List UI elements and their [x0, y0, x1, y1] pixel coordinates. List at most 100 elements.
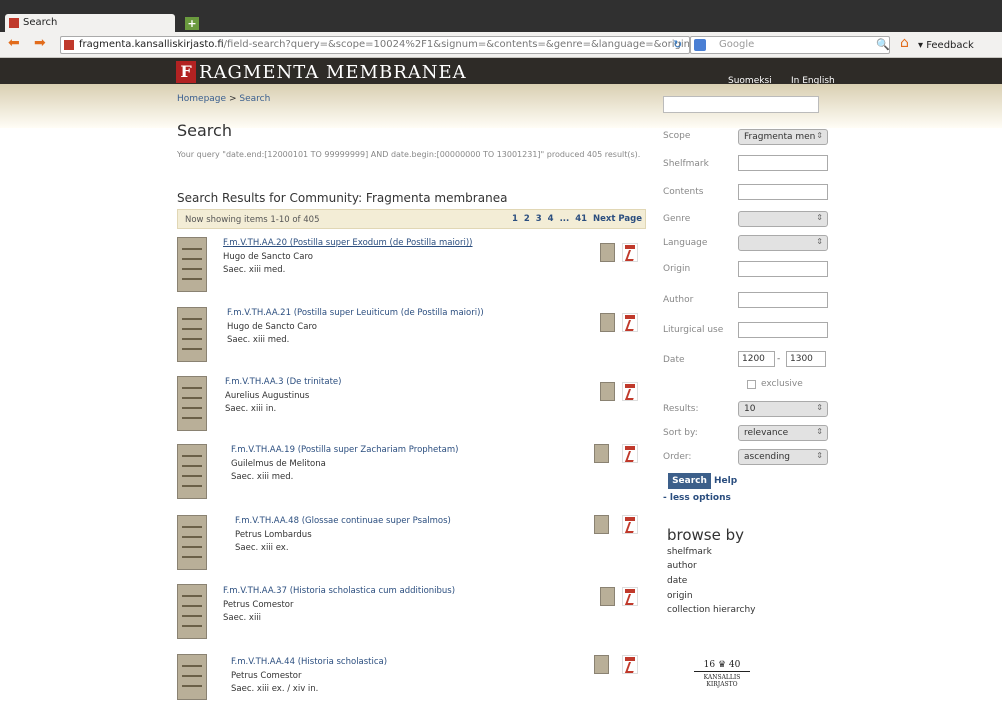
list-item: F.m.V.TH.AA.21 (Postilla super Leuiticum…	[177, 305, 647, 365]
browser-search-input[interactable]: Google	[690, 36, 890, 54]
image-thumbnail-icon[interactable]	[600, 382, 615, 401]
national-library-logo[interactable]: 16 ♛ 40 KANSALLIS KIRJASTO	[694, 660, 750, 696]
image-thumbnail-icon[interactable]	[594, 515, 609, 534]
manuscript-thumbnail[interactable]	[177, 515, 207, 570]
scope-select[interactable]: Fragmenta men ⇕	[738, 129, 828, 145]
pdf-icon[interactable]	[622, 655, 638, 674]
sort-by-value: relevance	[744, 428, 789, 438]
pdf-icon[interactable]	[622, 382, 638, 401]
language-select[interactable]: ⇕	[738, 235, 828, 251]
chevron-updown-icon: ⇕	[816, 131, 823, 140]
manuscript-thumbnail[interactable]	[177, 307, 207, 362]
image-thumbnail-icon[interactable]	[594, 444, 609, 463]
next-page-link[interactable]: Next Page	[593, 214, 642, 224]
result-date: Saec. xiii in.	[225, 404, 277, 414]
browse-collection-hierarchy-link[interactable]: collection hierarchy	[667, 605, 755, 615]
reload-icon[interactable]: ↻	[673, 38, 682, 51]
browse-heading: browse by	[667, 526, 745, 544]
browse-origin-link[interactable]: origin	[667, 591, 693, 601]
image-thumbnail-icon[interactable]	[600, 587, 615, 606]
sort-by-select[interactable]: relevance ⇕	[738, 425, 828, 441]
result-title-link[interactable]: F.m.V.TH.AA.20 (Postilla super Exodum (d…	[223, 238, 473, 248]
page-link[interactable]: 2	[524, 214, 530, 224]
genre-select[interactable]: ⇕	[738, 211, 828, 227]
search-icon[interactable]: 🔍	[876, 38, 890, 51]
pagination: 1 2 3 4 ... 41 Next Page	[512, 214, 645, 224]
pdf-icon[interactable]	[622, 313, 638, 332]
result-date: Saec. xiii	[223, 613, 262, 623]
date-to-input[interactable]: 1300	[786, 351, 826, 367]
manuscript-thumbnail[interactable]	[177, 237, 207, 292]
exclusive-checkbox[interactable]	[747, 380, 756, 389]
image-thumbnail-icon[interactable]	[600, 243, 615, 262]
site-logo-text[interactable]: RAGMENTA MEMBRANEA	[199, 62, 467, 83]
list-item: F.m.V.TH.AA.3 (De trinitate) Aurelius Au…	[177, 374, 647, 434]
logo-icon[interactable]: F	[176, 61, 196, 83]
results-per-page-select[interactable]: 10 ⇕	[738, 401, 828, 417]
search-engine-icon[interactable]	[694, 39, 706, 51]
result-title-link[interactable]: F.m.V.TH.AA.48 (Glossae continuae super …	[235, 516, 451, 526]
order-label: Order:	[663, 452, 692, 462]
result-title-link[interactable]: F.m.V.TH.AA.21 (Postilla super Leuiticum…	[227, 308, 484, 318]
feedback-button[interactable]: ▾ Feedback	[918, 40, 974, 51]
origin-input[interactable]	[738, 261, 828, 277]
page-link[interactable]: 3	[536, 214, 542, 224]
result-date: Saec. xiii med.	[231, 472, 294, 482]
pdf-icon[interactable]	[622, 515, 638, 534]
sort-by-label: Sort by:	[663, 428, 698, 438]
site-search-input[interactable]	[663, 96, 819, 113]
browse-shelfmark-link[interactable]: shelfmark	[667, 547, 712, 557]
pdf-icon[interactable]	[622, 444, 638, 463]
manuscript-thumbnail[interactable]	[177, 444, 207, 499]
back-arrow-icon[interactable]: ⬅	[8, 35, 20, 51]
pdf-icon[interactable]	[622, 243, 638, 262]
url-bar[interactable]: fragmenta.kansalliskirjasto.fi/field-sea…	[60, 36, 690, 54]
logo-year: 16 ♛ 40	[694, 660, 750, 672]
breadcrumb-home-link[interactable]: Homepage	[177, 94, 226, 104]
browser-tab[interactable]: Search	[5, 14, 175, 32]
browser-search-placeholder: Google	[719, 39, 755, 50]
browse-date-link[interactable]: date	[667, 576, 687, 586]
image-thumbnail-icon[interactable]	[600, 313, 615, 332]
breadcrumb-current[interactable]: Search	[239, 94, 270, 104]
search-button[interactable]: Search	[668, 473, 711, 489]
shelfmark-input[interactable]	[738, 155, 828, 171]
contents-input[interactable]	[738, 184, 828, 200]
manuscript-thumbnail[interactable]	[177, 654, 207, 700]
new-tab-icon[interactable]: +	[185, 17, 199, 30]
scope-label: Scope	[663, 131, 691, 141]
manuscript-thumbnail[interactable]	[177, 584, 207, 639]
order-select[interactable]: ascending ⇕	[738, 449, 828, 465]
language-label: Language	[663, 238, 708, 248]
result-date: Saec. xiii ex.	[235, 543, 289, 553]
results-per-page-value: 10	[744, 404, 756, 414]
result-author: Petrus Comestor	[231, 671, 302, 681]
browse-author-link[interactable]: author	[667, 561, 697, 571]
page-link[interactable]: 1	[512, 214, 518, 224]
result-title-link[interactable]: F.m.V.TH.AA.44 (Historia scholastica)	[231, 657, 387, 667]
order-value: ascending	[744, 452, 791, 462]
date-from-input[interactable]: 1200	[738, 351, 775, 367]
less-options-link[interactable]: - less options	[663, 493, 731, 503]
help-link[interactable]: Help	[714, 476, 737, 486]
breadcrumb-separator: >	[228, 94, 237, 104]
list-item: F.m.V.TH.AA.44 (Historia scholastica) Pe…	[177, 652, 647, 702]
url-domain: fragmenta.kansalliskirjasto.fi	[79, 39, 224, 50]
page-link[interactable]: 41	[575, 214, 587, 224]
result-title-link[interactable]: F.m.V.TH.AA.3 (De trinitate)	[225, 377, 341, 387]
chevron-updown-icon: ⇕	[816, 237, 823, 246]
result-title-link[interactable]: F.m.V.TH.AA.37 (Historia scholastica cum…	[223, 586, 455, 596]
result-title-link[interactable]: F.m.V.TH.AA.19 (Postilla super Zachariam…	[231, 445, 458, 455]
url-path: /field-search?query=&scope=10024%2F1&sig…	[223, 39, 690, 50]
author-input[interactable]	[738, 292, 828, 308]
home-icon[interactable]: ⌂	[900, 35, 909, 51]
pdf-icon[interactable]	[622, 587, 638, 606]
page-link[interactable]: 4	[548, 214, 554, 224]
liturgical-use-input[interactable]	[738, 322, 828, 338]
site-identity-icon	[64, 40, 74, 50]
image-thumbnail-icon[interactable]	[594, 655, 609, 674]
manuscript-thumbnail[interactable]	[177, 376, 207, 431]
forward-arrow-icon[interactable]: ➡	[34, 35, 46, 51]
scope-value: Fragmenta men	[744, 132, 816, 142]
query-summary: Your query "date.end:[12000101 TO 999999…	[177, 150, 641, 159]
